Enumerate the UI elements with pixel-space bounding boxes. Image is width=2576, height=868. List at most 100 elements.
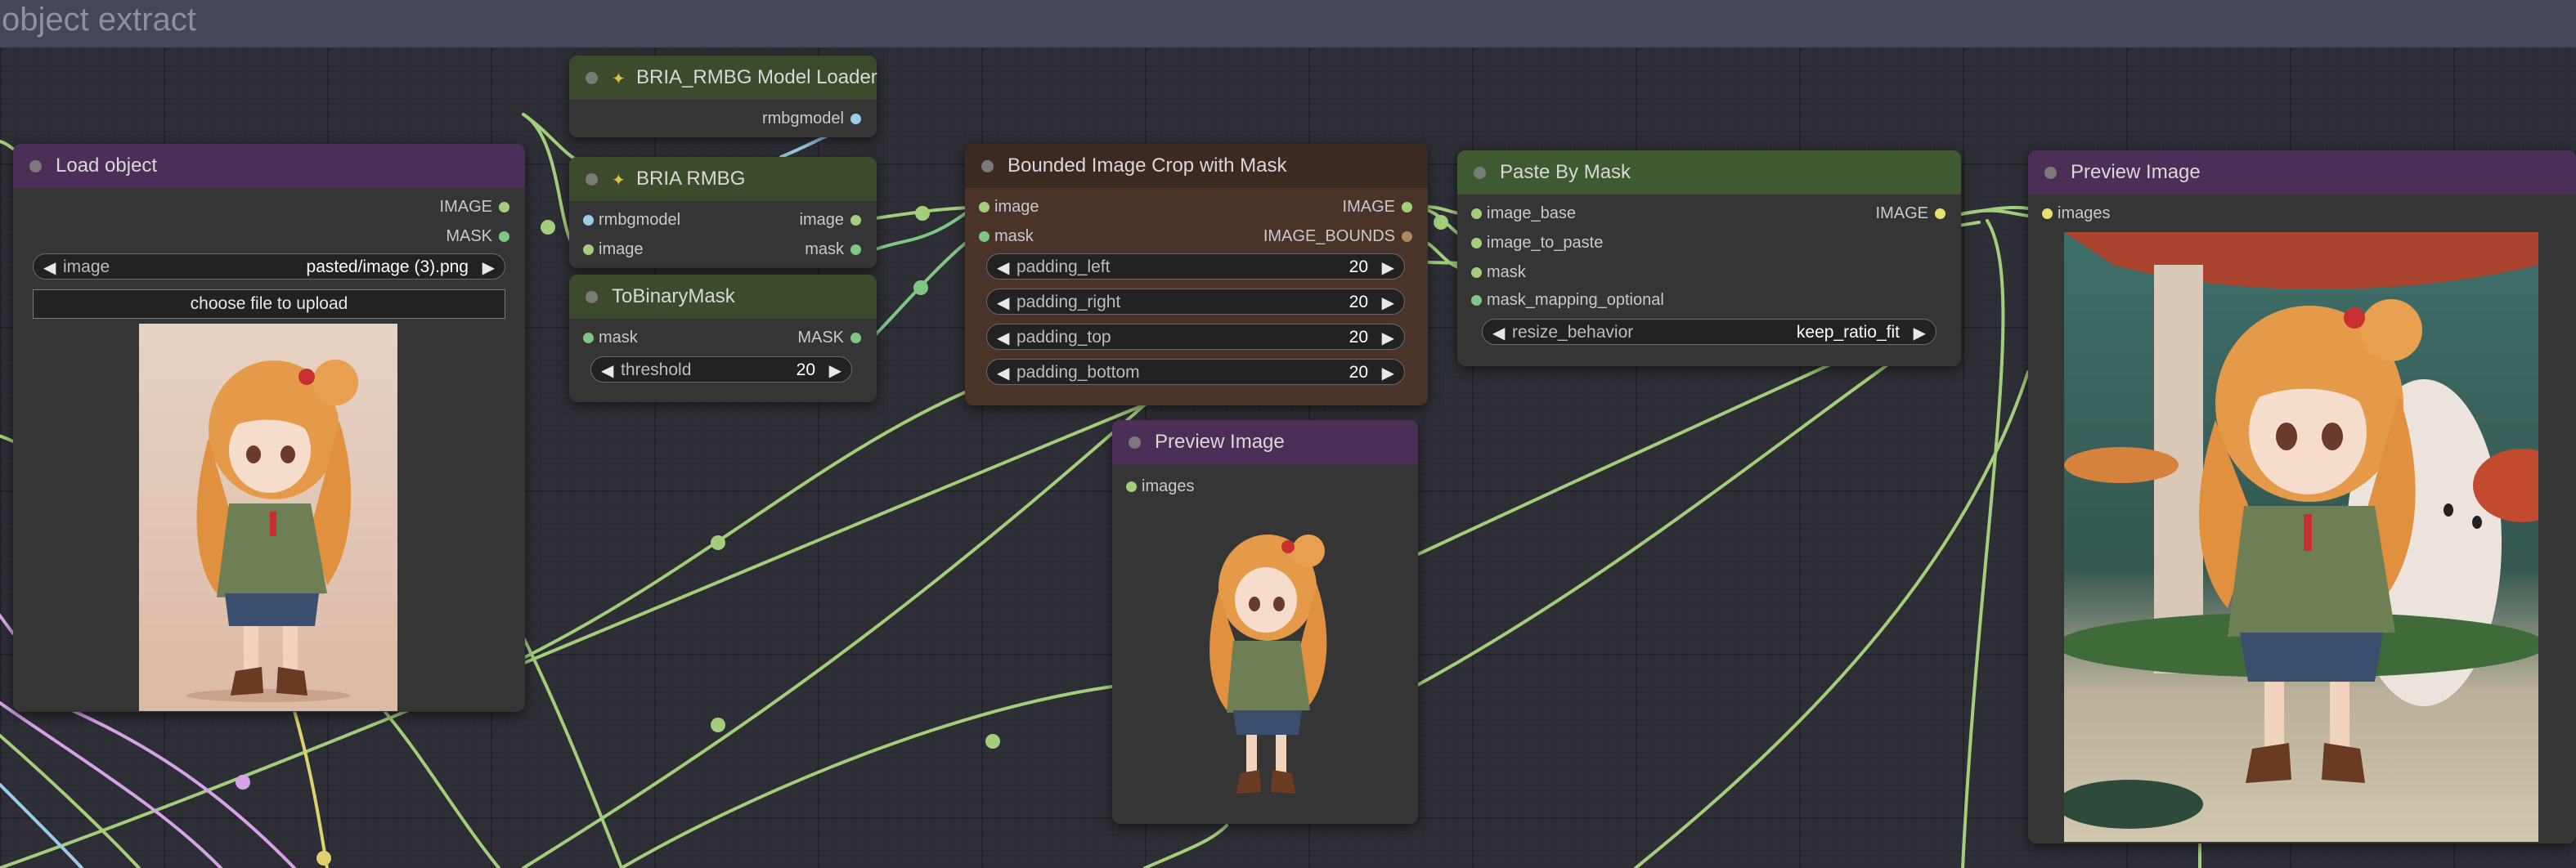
node-header[interactable]: Load object <box>13 144 525 188</box>
slot-dot[interactable] <box>1471 267 1482 278</box>
slot-dot[interactable] <box>583 333 594 343</box>
input-slot-rmbgmodel[interactable]: rmbgmodel <box>583 211 680 230</box>
input-slot-images[interactable]: images <box>1126 477 1194 496</box>
preview-image-large-node[interactable]: Preview Image images <box>2028 150 2576 843</box>
bria-rmbg-node[interactable]: ✦ BRIA RMBG rmbgmodel image image mask <box>569 157 877 268</box>
node-header[interactable]: Preview Image <box>1112 420 1418 464</box>
slot-dot[interactable] <box>1935 208 1945 219</box>
padding-right-widget[interactable]: ◀ padding_right 20 ▶ <box>986 289 1405 315</box>
resize-behavior-widget[interactable]: ◀ resize_behavior keep_ratio_fit ▶ <box>1482 319 1936 345</box>
decrement-arrow-icon[interactable]: ◀ <box>601 360 613 381</box>
input-slot-image[interactable]: image <box>583 240 643 259</box>
wire-midpoint <box>316 851 331 866</box>
increment-arrow-icon[interactable]: ▶ <box>1382 328 1394 348</box>
slot-dot[interactable] <box>979 231 990 242</box>
wire <box>0 434 15 443</box>
input-slot-mask[interactable]: mask <box>583 329 638 347</box>
node-header[interactable]: ✦ BRIA RMBG <box>569 157 877 201</box>
increment-arrow-icon[interactable]: ▶ <box>1382 293 1394 313</box>
slot-dot[interactable] <box>499 202 509 213</box>
increment-arrow-icon[interactable]: ▶ <box>1382 363 1394 383</box>
input-slot-image-to-paste[interactable]: image_to_paste <box>1471 234 1603 253</box>
slot-dot[interactable] <box>499 231 509 242</box>
increment-arrow-icon[interactable]: ▶ <box>1382 257 1394 278</box>
slot-dot[interactable] <box>1471 295 1482 306</box>
wire <box>0 139 15 150</box>
slot-dot[interactable] <box>979 202 990 213</box>
slot-dot[interactable] <box>1471 238 1482 248</box>
slot-dot[interactable] <box>850 244 861 255</box>
output-slot-mask[interactable]: MASK <box>446 227 509 246</box>
slot-dot[interactable] <box>1402 231 1412 242</box>
preview-image-small-node[interactable]: Preview Image images <box>1112 420 1418 824</box>
collapse-dot[interactable] <box>981 160 994 172</box>
collapse-dot[interactable] <box>586 173 598 186</box>
wire <box>522 403 1147 868</box>
node-header[interactable]: Preview Image <box>2028 150 2576 195</box>
slot-dot[interactable] <box>1471 208 1482 219</box>
wire-midpoint <box>1434 215 1448 230</box>
increment-arrow-icon[interactable]: ▶ <box>1914 323 1926 343</box>
decrement-arrow-icon[interactable]: ◀ <box>997 328 1009 348</box>
padding-bottom-widget[interactable]: ◀ padding_bottom 20 ▶ <box>986 359 1405 385</box>
input-slot-mask[interactable]: mask <box>979 227 1034 246</box>
decrement-arrow-icon[interactable]: ◀ <box>997 293 1009 313</box>
wire <box>522 391 967 660</box>
output-slot-image[interactable]: IMAGE <box>1343 198 1412 217</box>
image-select-widget[interactable]: ◀ image pasted/image (3).png ▶ <box>33 253 505 280</box>
wire <box>1413 362 1891 688</box>
wire-midpoint <box>236 775 250 790</box>
input-slot-mask-mapping-optional[interactable]: mask_mapping_optional <box>1471 291 1664 310</box>
upload-button[interactable]: choose file to upload <box>33 289 505 319</box>
decrement-arrow-icon[interactable]: ◀ <box>997 257 1009 278</box>
output-slot-image-bounds[interactable]: IMAGE_BOUNDS <box>1263 227 1412 246</box>
slot-dot[interactable] <box>850 114 861 124</box>
slot-dot[interactable] <box>583 215 594 226</box>
decrement-arrow-icon[interactable]: ◀ <box>997 363 1009 383</box>
wire-midpoint <box>711 535 725 550</box>
increment-arrow-icon[interactable]: ▶ <box>482 257 495 278</box>
node-header[interactable]: Paste By Mask <box>1457 150 1961 195</box>
input-slot-images[interactable]: images <box>2042 204 2110 223</box>
slot-dot[interactable] <box>1402 202 1412 213</box>
input-slot-mask[interactable]: mask <box>1471 263 1526 282</box>
load-object-node[interactable]: Load object IMAGE MASK ◀ image pasted/im… <box>13 144 525 712</box>
wire-midpoint <box>913 280 928 295</box>
decrement-arrow-icon[interactable]: ◀ <box>1492 323 1505 343</box>
slot-dot[interactable] <box>2042 208 2053 219</box>
node-header[interactable]: ✦ BRIA_RMBG Model Loader <box>569 56 877 100</box>
collapse-dot[interactable] <box>586 291 598 303</box>
collapse-dot[interactable] <box>1129 436 1141 449</box>
input-slot-image[interactable]: image <box>979 198 1039 217</box>
increment-arrow-icon[interactable]: ▶ <box>829 360 841 381</box>
output-slot-image[interactable]: IMAGE <box>1876 204 1945 223</box>
node-header[interactable]: ToBinaryMask <box>569 275 877 319</box>
slot-dot[interactable] <box>850 215 861 226</box>
collapse-dot[interactable] <box>2044 167 2057 179</box>
padding-top-widget[interactable]: ◀ padding_top 20 ▶ <box>986 324 1405 350</box>
output-slot-image[interactable]: IMAGE <box>440 198 509 217</box>
paste-by-mask-node[interactable]: Paste By Mask image_base image_to_paste … <box>1457 150 1961 366</box>
node-title: Paste By Mask <box>1500 161 1631 183</box>
threshold-widget[interactable]: ◀ threshold 20 ▶ <box>590 356 852 383</box>
node-title: Preview Image <box>1155 431 1285 453</box>
collapse-dot[interactable] <box>29 160 42 172</box>
node-header[interactable]: Bounded Image Crop with Mask <box>965 144 1428 188</box>
collapse-dot[interactable] <box>586 72 598 84</box>
workflow-canvas[interactable]: object extract Load object IMAGE MASK ◀ … <box>0 0 2576 868</box>
output-slot-image[interactable]: image <box>800 211 861 230</box>
model-loader-node[interactable]: ✦ BRIA_RMBG Model Loader rmbgmodel <box>569 56 877 137</box>
bounded-crop-node[interactable]: Bounded Image Crop with Mask image mask … <box>965 144 1428 405</box>
output-slot-mask[interactable]: mask <box>805 240 861 259</box>
decrement-arrow-icon[interactable]: ◀ <box>43 257 56 278</box>
to-binary-mask-node[interactable]: ToBinaryMask mask MASK ◀ threshold 20 ▶ <box>569 275 877 402</box>
collapse-dot[interactable] <box>1474 167 1486 179</box>
slot-dot[interactable] <box>850 333 861 343</box>
padding-left-widget[interactable]: ◀ padding_left 20 ▶ <box>986 253 1405 280</box>
input-slot-image-base[interactable]: image_base <box>1471 204 1576 223</box>
output-slot-rmbgmodel[interactable]: rmbgmodel <box>762 110 861 128</box>
slot-dot[interactable] <box>583 244 594 255</box>
output-slot-mask[interactable]: MASK <box>797 329 861 347</box>
wire-midpoint <box>711 718 725 732</box>
slot-dot[interactable] <box>1126 481 1137 492</box>
